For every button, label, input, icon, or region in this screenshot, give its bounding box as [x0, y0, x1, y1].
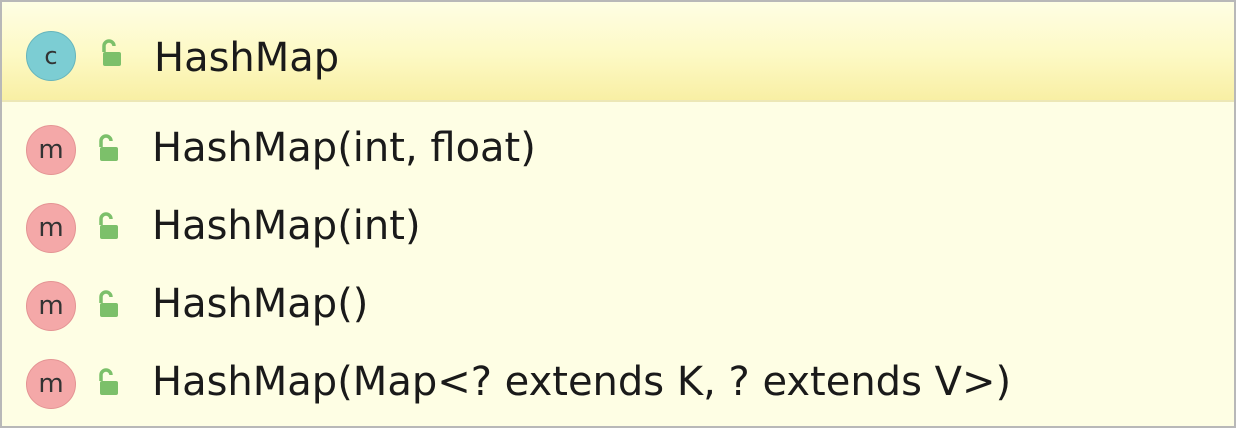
class-badge-letter: c — [44, 42, 58, 70]
public-unlock-icon — [99, 290, 118, 317]
public-unlock-icon — [99, 134, 118, 161]
structure-popup: c HashMap m HashMap(int, float) m HashMa… — [0, 0, 1236, 428]
method-signature: HashMap(int, float) — [152, 125, 536, 171]
method-icon: m — [26, 281, 76, 331]
method-badge-letter: m — [38, 213, 64, 243]
method-badge-letter: m — [38, 369, 64, 399]
method-icon: m — [26, 125, 76, 175]
class-icon: c — [26, 31, 76, 81]
method-signature: HashMap() — [152, 281, 369, 327]
method-row[interactable]: m HashMap(int, float) — [2, 112, 1234, 184]
method-row[interactable]: m HashMap(Map<? extends K, ? extends V>) — [2, 346, 1234, 418]
class-name: HashMap — [154, 35, 340, 81]
method-icon: m — [26, 203, 76, 253]
method-row[interactable]: m HashMap() — [2, 268, 1234, 340]
method-badge-letter: m — [38, 291, 64, 321]
method-badge-letter: m — [38, 135, 64, 165]
method-signature: HashMap(Map<? extends K, ? extends V>) — [152, 359, 1012, 405]
public-unlock-icon — [99, 368, 118, 395]
public-unlock-icon — [99, 212, 118, 239]
method-row[interactable]: m HashMap(int) — [2, 190, 1234, 262]
public-unlock-icon — [102, 39, 121, 66]
method-signature: HashMap(int) — [152, 203, 421, 249]
method-icon: m — [26, 359, 76, 409]
class-row[interactable]: c HashMap — [2, 2, 1234, 102]
